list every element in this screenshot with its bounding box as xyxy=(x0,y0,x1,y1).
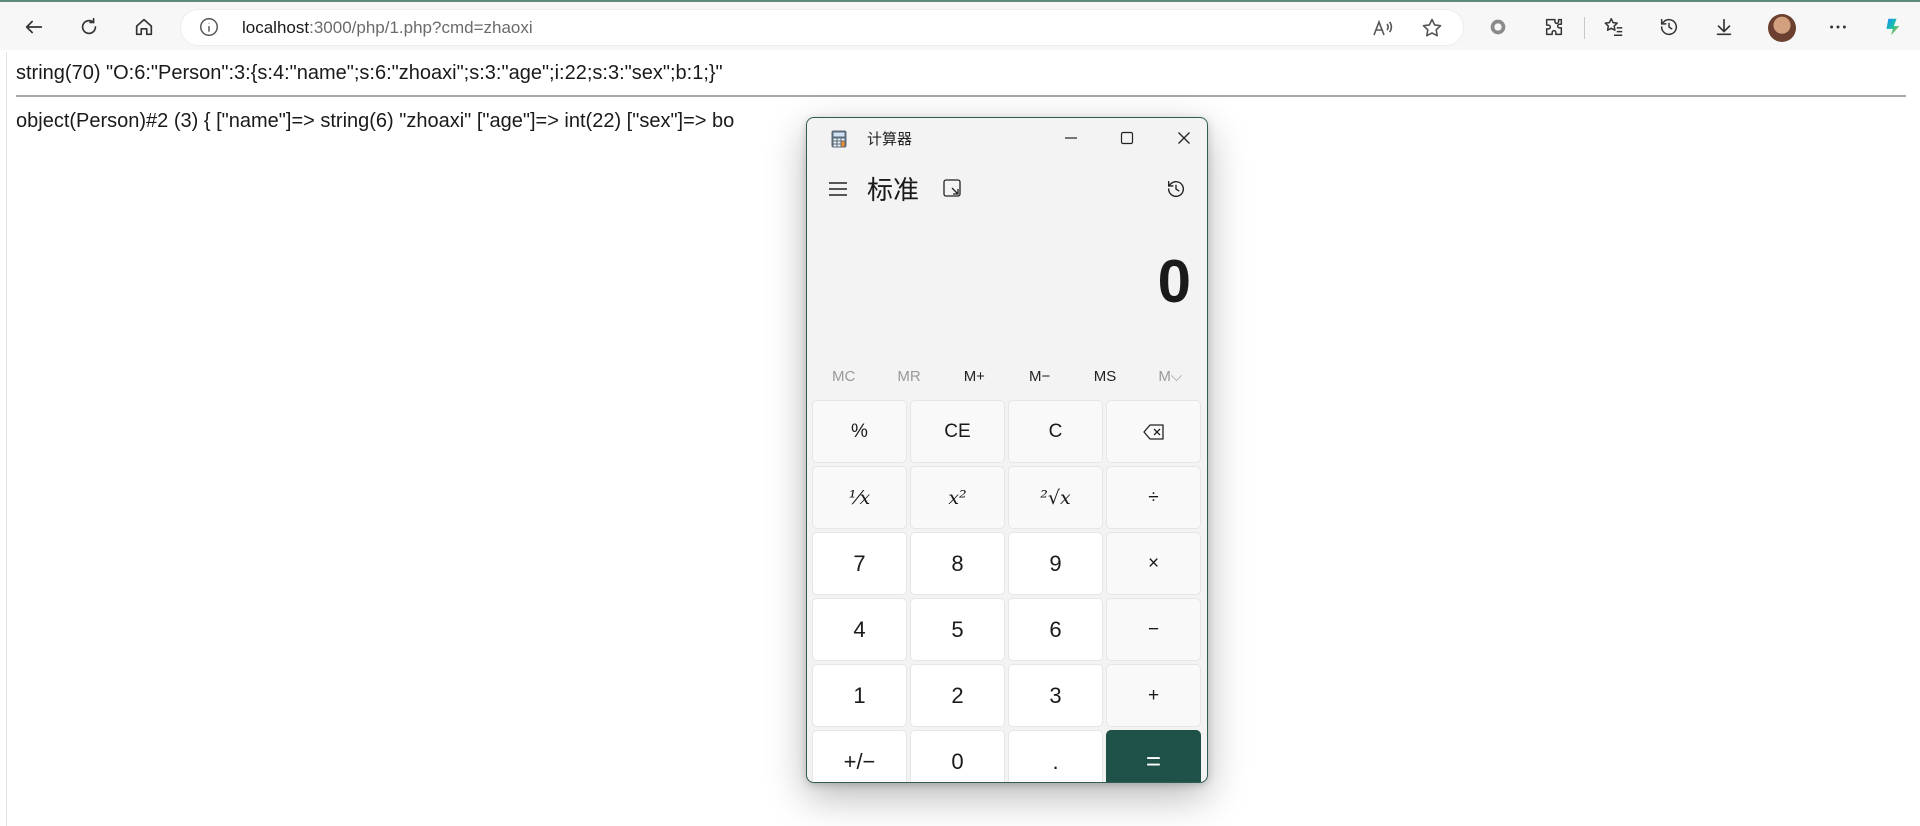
history-button[interactable] xyxy=(1651,10,1687,44)
mode-title: 标准 xyxy=(867,175,920,205)
url-path: :3000/php/1.php?cmd=zhaoxi xyxy=(309,18,533,37)
six-button[interactable]: 6 xyxy=(1008,598,1103,661)
url-text[interactable]: localhost:3000/php/1.php?cmd=zhaoxi xyxy=(242,18,533,38)
result-display: 0 xyxy=(1157,248,1191,315)
favorite-star-icon[interactable] xyxy=(1420,16,1444,40)
navigation-menu-button[interactable] xyxy=(821,172,855,206)
memory-recall-button[interactable]: MR xyxy=(876,356,941,396)
memory-clear-button[interactable]: MC xyxy=(811,356,876,396)
memory-add-button[interactable]: M+ xyxy=(942,356,1007,396)
history-clock-icon xyxy=(1660,18,1678,36)
back-arrow-icon xyxy=(25,20,43,34)
divide-button[interactable]: ÷ xyxy=(1106,466,1201,529)
maximize-icon xyxy=(1120,131,1134,145)
read-aloud-icon[interactable] xyxy=(1370,16,1394,40)
calculator-title: 计算器 xyxy=(867,131,913,148)
back-button[interactable] xyxy=(16,10,52,44)
clear-button[interactable]: C xyxy=(1008,400,1103,463)
calculator-window[interactable]: 计算器 标准 0 MC MR M+ M− MS M⌵ % CE C ¹⁄x x²… xyxy=(806,117,1208,783)
calculator-titlebar[interactable]: 计算器 xyxy=(807,118,1207,158)
eight-button[interactable]: 8 xyxy=(910,532,1005,595)
reciprocal-button[interactable]: ¹⁄x xyxy=(812,466,907,529)
keep-on-top-button[interactable] xyxy=(937,173,967,203)
negate-button[interactable]: +/− xyxy=(812,730,907,782)
backspace-icon xyxy=(1142,423,1164,440)
profile-avatar[interactable] xyxy=(1768,14,1796,42)
memory-subtract-button[interactable]: M− xyxy=(1007,356,1072,396)
keep-on-top-icon xyxy=(943,179,961,197)
two-button[interactable]: 2 xyxy=(910,664,1005,727)
seven-button[interactable]: 7 xyxy=(812,532,907,595)
percent-button[interactable]: % xyxy=(812,400,907,463)
serialized-output: string(70) "O:6:"Person":3:{s:4:"name";s… xyxy=(16,62,723,84)
square-button[interactable]: x² xyxy=(910,466,1005,529)
clear-entry-button[interactable]: CE xyxy=(910,400,1005,463)
four-button[interactable]: 4 xyxy=(812,598,907,661)
more-menu-button[interactable] xyxy=(1820,10,1856,44)
multiply-button[interactable]: × xyxy=(1106,532,1201,595)
close-button[interactable] xyxy=(1161,122,1207,154)
url-host: localhost xyxy=(242,18,310,37)
plus-button[interactable]: + xyxy=(1106,664,1201,727)
equals-button[interactable]: = xyxy=(1106,730,1201,782)
calculator-history-button[interactable] xyxy=(1159,172,1193,206)
hamburger-icon xyxy=(829,182,847,196)
three-button[interactable]: 3 xyxy=(1008,664,1103,727)
address-bar[interactable]: localhost:3000/php/1.php?cmd=zhaoxi xyxy=(180,9,1464,46)
close-icon xyxy=(1178,132,1190,144)
decimal-button[interactable]: . xyxy=(1008,730,1103,782)
reload-icon xyxy=(81,17,97,35)
history-icon xyxy=(1167,180,1184,198)
toolbar-separator xyxy=(1584,17,1585,39)
download-icon xyxy=(1716,18,1732,36)
browser-toolbar: localhost:3000/php/1.php?cmd=zhaoxi xyxy=(0,0,1920,50)
maximize-button[interactable] xyxy=(1104,122,1150,154)
more-dots-icon xyxy=(1830,25,1846,29)
downloads-button[interactable] xyxy=(1706,10,1742,44)
horizontal-rule xyxy=(16,95,1906,97)
reload-button[interactable] xyxy=(71,10,107,44)
zero-button[interactable]: 0 xyxy=(910,730,1005,782)
site-info-icon[interactable] xyxy=(198,16,220,38)
circle-record-icon xyxy=(1490,19,1506,35)
one-button[interactable]: 1 xyxy=(812,664,907,727)
nine-button[interactable]: 9 xyxy=(1008,532,1103,595)
memory-list-button[interactable]: M⌵ xyxy=(1138,356,1203,396)
calculator-app-icon xyxy=(831,130,847,148)
backspace-button[interactable] xyxy=(1106,400,1201,463)
favorites-list-icon xyxy=(1604,18,1623,36)
minimize-icon xyxy=(1065,137,1077,139)
square-root-button[interactable]: ²√x xyxy=(1008,466,1103,529)
five-button[interactable]: 5 xyxy=(910,598,1005,661)
minus-button[interactable]: − xyxy=(1106,598,1201,661)
minimize-button[interactable] xyxy=(1048,122,1094,154)
extensions-button[interactable] xyxy=(1536,10,1572,44)
home-icon xyxy=(135,18,153,36)
memory-row: MC MR M+ M− MS M⌵ xyxy=(811,356,1203,396)
copilot-button[interactable] xyxy=(1874,10,1910,44)
puzzle-icon xyxy=(1545,18,1563,36)
home-button[interactable] xyxy=(126,10,162,44)
memory-store-button[interactable]: MS xyxy=(1072,356,1137,396)
var-dump-output: object(Person)#2 (3) { ["name"]=> string… xyxy=(16,110,735,132)
favorites-button[interactable] xyxy=(1596,10,1632,44)
copilot-icon xyxy=(1886,18,1900,36)
reciprocal-label: ¹⁄x xyxy=(848,486,871,509)
tracking-button[interactable] xyxy=(1480,10,1516,44)
calculator-header: 标准 xyxy=(807,166,1207,212)
keypad: % CE C ¹⁄x x² ²√x ÷ 7 8 9 × 4 5 6 − 1 2 … xyxy=(812,400,1204,782)
square-label: x² xyxy=(948,486,967,509)
square-root-label: ²√x xyxy=(1040,486,1071,509)
